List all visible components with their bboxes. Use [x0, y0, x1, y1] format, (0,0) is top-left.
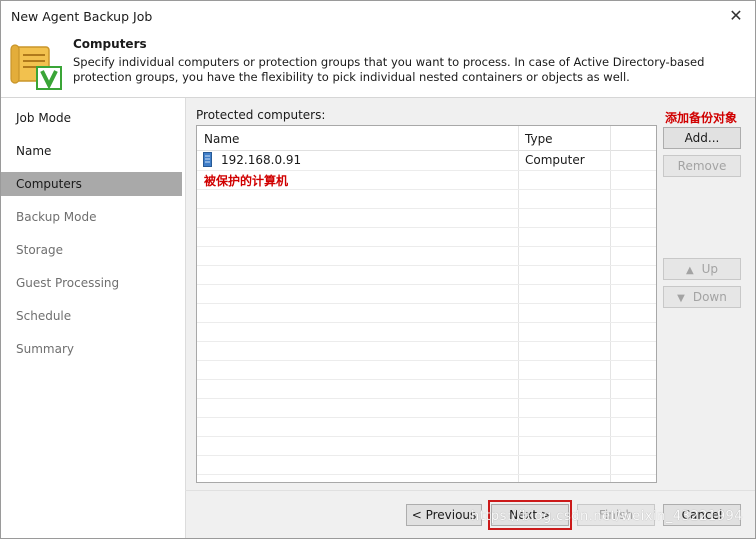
down-button-label: Down — [692, 290, 727, 304]
row-divider — [197, 189, 656, 190]
column-divider — [518, 126, 519, 482]
sidebar-item-summary[interactable]: Summary — [1, 337, 182, 361]
row-divider — [197, 436, 656, 437]
sidebar-item-schedule[interactable]: Schedule — [1, 304, 182, 328]
row-divider — [197, 474, 656, 475]
up-button[interactable]: ▲ Up — [663, 258, 741, 280]
sidebar-item-computers[interactable]: Computers — [1, 172, 182, 196]
window-title: New Agent Backup Job — [11, 9, 153, 24]
title-bar: New Agent Backup Job ✕ — [1, 1, 755, 33]
server-icon — [203, 152, 212, 167]
annotation-protected-computers: 被保护的计算机 — [204, 174, 289, 188]
wizard-steps-sidebar: Job Mode Name Computers Backup Mode Stor… — [1, 98, 186, 538]
up-button-label: Up — [701, 262, 719, 276]
sidebar-item-storage[interactable]: Storage — [1, 238, 182, 262]
row-divider — [197, 227, 656, 228]
sidebar-item-guest-processing[interactable]: Guest Processing — [1, 271, 182, 295]
row-divider — [197, 360, 656, 361]
arrow-up-icon: ▲ — [685, 265, 694, 276]
wizard-scroll-icon — [10, 44, 62, 90]
column-header-name[interactable]: Name — [204, 132, 239, 146]
step-header: Computers Specify individual computers o… — [1, 33, 755, 98]
arrow-down-icon: ▼ — [677, 293, 685, 304]
step-title: Computers — [73, 37, 147, 51]
row-divider — [197, 341, 656, 342]
column-header-type[interactable]: Type — [525, 132, 553, 146]
sidebar-item-name[interactable]: Name — [1, 139, 182, 163]
computer-name-cell: 192.168.0.91 — [221, 153, 302, 167]
list-header: Name Type — [197, 126, 656, 151]
row-divider — [197, 208, 656, 209]
sidebar-item-backup-mode[interactable]: Backup Mode — [1, 205, 182, 229]
computer-type-cell: Computer — [525, 153, 585, 167]
row-divider — [197, 246, 656, 247]
annotation-add-object: 添加备份对象 — [665, 111, 738, 125]
table-row[interactable]: 192.168.0.91 Computer — [197, 150, 656, 170]
row-divider — [197, 170, 656, 171]
watermark-text: https://blog.csdn.net/weixin_43221994 — [471, 509, 744, 524]
row-divider — [197, 284, 656, 285]
add-button[interactable]: Add... — [663, 127, 741, 149]
row-divider — [197, 398, 656, 399]
down-button[interactable]: ▼ Down — [663, 286, 741, 308]
remove-button[interactable]: Remove — [663, 155, 741, 177]
footer-divider — [185, 490, 755, 491]
dialog-window: New Agent Backup Job ✕ Computers Specify… — [0, 0, 756, 539]
protected-computers-label: Protected computers: — [196, 108, 326, 122]
row-divider — [197, 417, 656, 418]
row-divider — [197, 379, 656, 380]
column-divider — [610, 126, 611, 482]
row-divider — [197, 265, 656, 266]
sidebar-item-job-mode[interactable]: Job Mode — [1, 106, 182, 130]
row-divider — [197, 303, 656, 304]
row-divider — [197, 455, 656, 456]
row-divider — [197, 322, 656, 323]
step-description: Specify individual computers or protecti… — [73, 55, 705, 84]
close-icon[interactable]: ✕ — [725, 5, 747, 27]
